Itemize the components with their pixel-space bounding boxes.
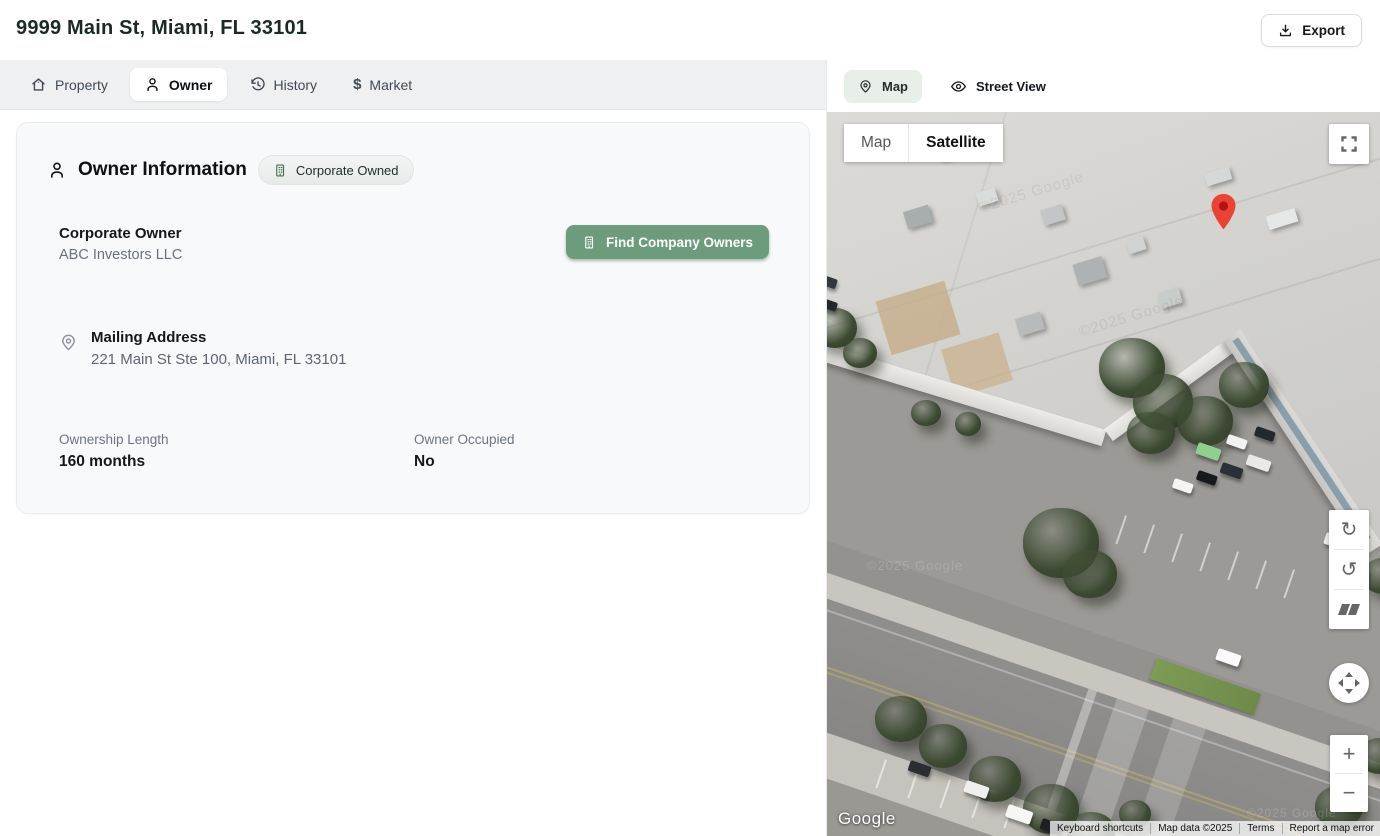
building-icon	[582, 235, 597, 250]
view-tab-map[interactable]: Map	[844, 70, 922, 103]
map-marker[interactable]	[1210, 193, 1237, 231]
building-roof	[827, 112, 1380, 552]
owner-stats-row: Ownership Length 160 months Owner Occupi…	[59, 432, 769, 471]
owner-occupied-label: Owner Occupied	[414, 432, 769, 447]
roof-hvac-unit	[1072, 256, 1107, 286]
mailing-address-label: Mailing Address	[91, 329, 346, 346]
fullscreen-button[interactable]	[1329, 124, 1369, 164]
find-company-owners-button[interactable]: Find Company Owners	[566, 225, 769, 259]
person-icon	[47, 160, 67, 180]
roof-skylight	[1266, 208, 1299, 230]
owner-information-card: Owner Information Corporate Owned Corpor…	[16, 122, 810, 514]
app-window: 9999 Main St, Miami, FL 33101 Export Pro…	[0, 0, 1380, 836]
rotate-clockwise-button[interactable]: ↻	[1329, 510, 1369, 549]
view-tab-label: Street View	[976, 79, 1046, 94]
keyboard-shortcuts-link[interactable]: Keyboard shortcuts	[1050, 823, 1151, 834]
corporate-owned-badge: Corporate Owned	[258, 155, 414, 185]
map-panel: Map Street View	[826, 60, 1380, 836]
building-icon	[273, 163, 288, 178]
tab-label: Property	[55, 77, 108, 93]
find-button-label: Find Company Owners	[606, 235, 753, 250]
tab-owner[interactable]: Owner	[130, 68, 227, 101]
view-tab-street-view[interactable]: Street View	[948, 69, 1048, 104]
ownership-length-value: 160 months	[59, 453, 414, 471]
nav-tabbar: Property Owner History $	[0, 60, 826, 110]
tab-label: History	[274, 77, 318, 93]
dollar-icon: $	[353, 77, 361, 92]
export-button[interactable]: Export	[1261, 14, 1362, 47]
header: 9999 Main St, Miami, FL 33101 Export	[0, 0, 1380, 60]
history-icon	[249, 76, 266, 93]
tilt-view-button[interactable]	[1329, 590, 1369, 629]
tab-property[interactable]: Property	[16, 68, 122, 101]
satellite-map[interactable]: ©2025 Google ©2025 Google ©2025 Google ©…	[827, 112, 1380, 836]
zoom-controls: + −	[1330, 735, 1368, 812]
tab-label: Market	[369, 77, 412, 93]
corporate-owner-label: Corporate Owner	[59, 225, 182, 242]
corporate-owner-value: ABC Investors LLC	[59, 247, 182, 263]
map-attribution: Keyboard shortcuts Map data ©2025 Terms …	[1050, 821, 1380, 836]
corporate-owner-field: Corporate Owner ABC Investors LLC	[59, 225, 182, 263]
owner-card-header: Owner Information Corporate Owned	[47, 155, 414, 185]
pan-control-button[interactable]	[1329, 663, 1369, 703]
eye-icon	[950, 78, 967, 95]
tilt-icon	[1340, 604, 1358, 615]
mailing-address-field: Mailing Address 221 Main St Ste 100, Mia…	[59, 329, 346, 368]
fullscreen-icon	[1341, 136, 1357, 152]
export-label: Export	[1302, 23, 1345, 38]
badge-label: Corporate Owned	[296, 163, 399, 178]
roof-hvac-unit	[1204, 166, 1233, 186]
roof-hvac-unit	[1125, 236, 1146, 255]
page-title: 9999 Main St, Miami, FL 33101	[16, 17, 307, 40]
rotate-tilt-controls: ↻ ↺	[1329, 510, 1369, 629]
terms-link[interactable]: Terms	[1240, 823, 1282, 834]
map-viewbar: Map Street View	[827, 60, 1380, 112]
home-icon	[30, 76, 47, 93]
ownership-length-field: Ownership Length 160 months	[59, 432, 414, 471]
rotate-counterclockwise-button[interactable]: ↺	[1329, 550, 1369, 589]
tab-history[interactable]: History	[235, 68, 332, 101]
owner-card-title: Owner Information	[78, 159, 247, 181]
roof-hvac-unit	[1157, 287, 1183, 309]
green-car	[1195, 442, 1222, 461]
roof-tan-patch	[875, 281, 960, 356]
roof-hvac-unit	[1040, 204, 1066, 226]
map-type-control: Map Satellite	[844, 124, 1003, 162]
view-tab-label: Map	[882, 79, 908, 94]
roof-hvac-unit	[1015, 312, 1045, 337]
map-type-satellite-button[interactable]: Satellite	[909, 124, 1002, 162]
mailing-address-value: 221 Main St Ste 100, Miami, FL 33101	[91, 351, 346, 368]
left-panel: Property Owner History $	[0, 60, 826, 836]
pan-arrows-icon	[1338, 672, 1360, 694]
report-map-error-link[interactable]: Report a map error	[1283, 823, 1380, 834]
roof-hvac-unit	[975, 187, 998, 206]
ownership-length-label: Ownership Length	[59, 432, 414, 447]
download-icon	[1278, 23, 1293, 38]
google-logo: Google	[838, 809, 896, 829]
owner-occupied-value: No	[414, 453, 769, 471]
roof-hvac-unit	[903, 205, 933, 230]
tab-label: Owner	[169, 77, 213, 93]
owner-occupied-field: Owner Occupied No	[414, 432, 769, 471]
zoom-out-button[interactable]: −	[1330, 774, 1368, 812]
map-type-map-button[interactable]: Map	[844, 124, 909, 162]
zoom-in-button[interactable]: +	[1330, 735, 1368, 773]
person-icon	[144, 76, 161, 93]
map-pin-icon	[858, 79, 873, 94]
map-pin-icon	[59, 333, 78, 368]
map-data-label: Map data ©2025	[1151, 823, 1240, 834]
tab-market[interactable]: $ Market	[339, 69, 426, 101]
